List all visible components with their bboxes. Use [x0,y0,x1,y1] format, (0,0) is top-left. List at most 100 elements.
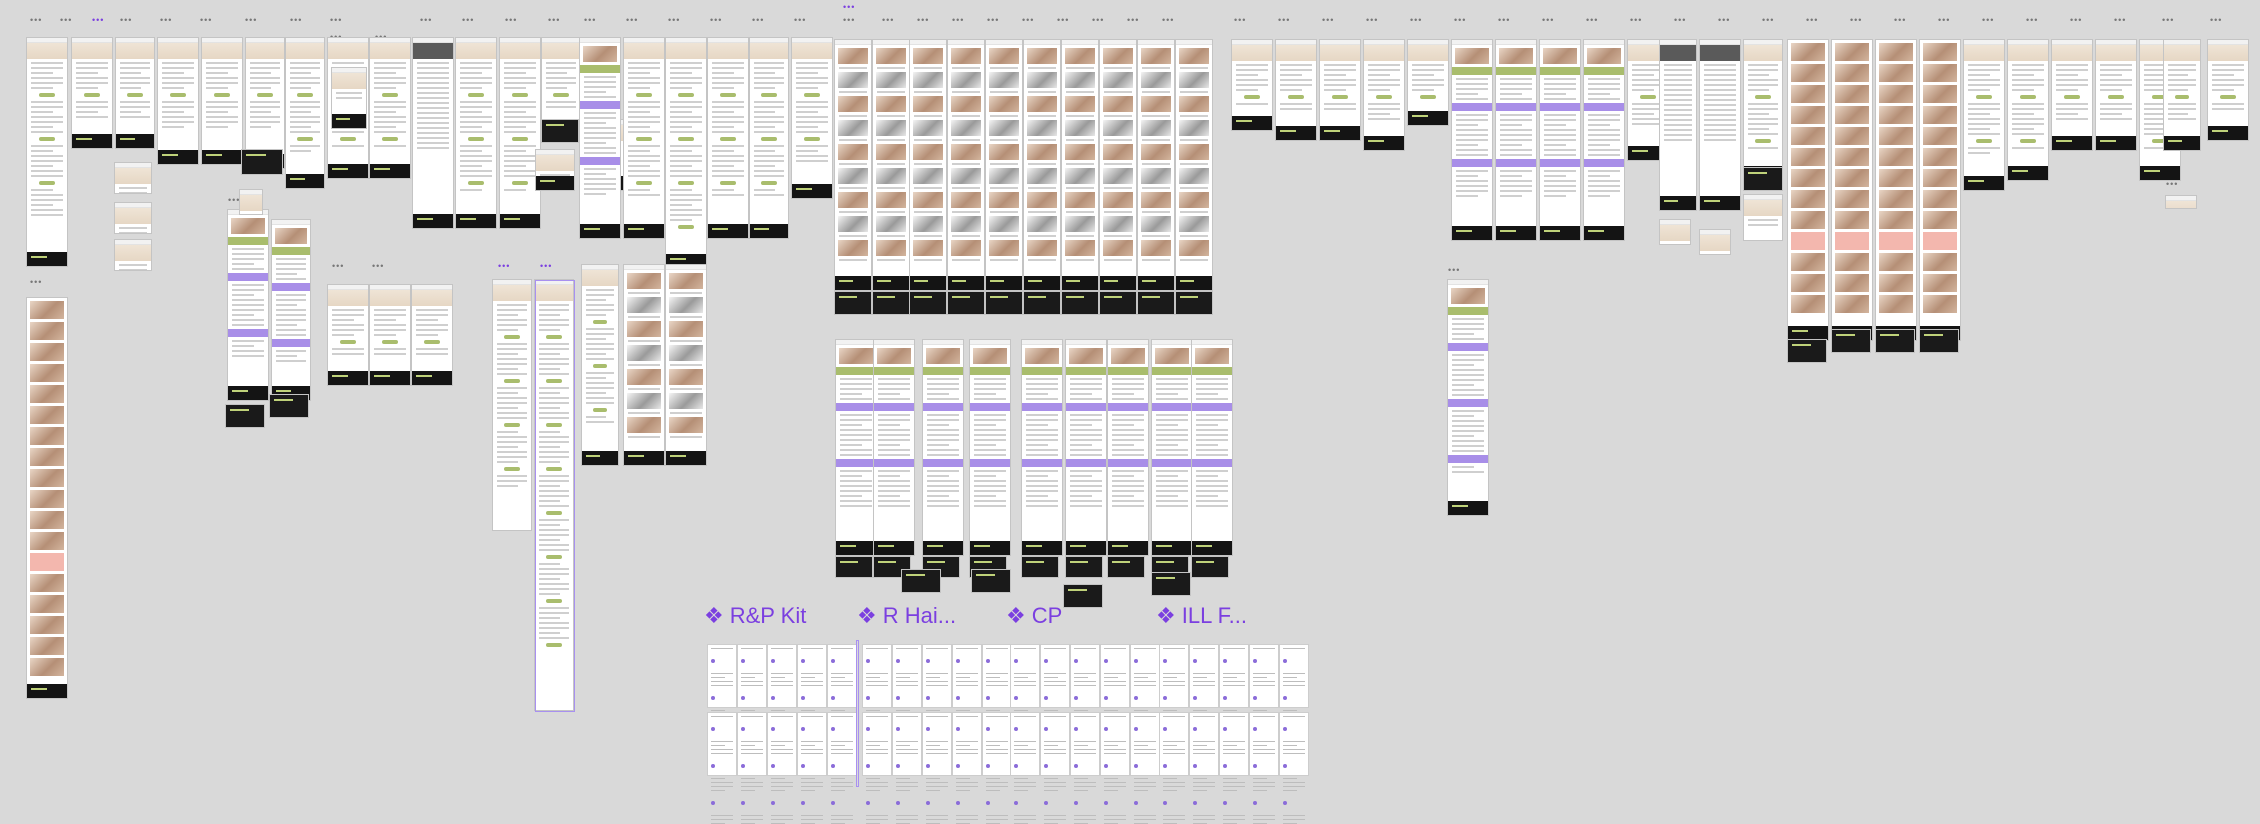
artboard-frame[interactable] [115,163,151,193]
component-set-label-rp-kit[interactable]: ❖ R&P Kit [704,603,806,629]
frame-options-dots[interactable]: ••• [1448,266,1460,275]
review-card[interactable] [768,713,796,824]
artboard-frame[interactable] [1744,40,1782,180]
review-card[interactable] [923,713,951,824]
frame-options-dots[interactable]: ••• [584,16,596,25]
frame-options-dots[interactable]: ••• [60,16,72,25]
frame-options-dots[interactable]: ••• [1894,16,1906,25]
dark-footer-tile[interactable] [910,292,946,314]
artboard-frame[interactable] [1788,40,1828,340]
review-card[interactable] [1041,713,1069,824]
dark-footer-tile[interactable] [1024,292,1060,314]
dark-footer-tile[interactable] [972,570,1010,592]
frame-options-dots[interactable]: ••• [2162,16,2174,25]
review-card[interactable] [828,645,856,756]
frame-options-dots[interactable]: ••• [668,16,680,25]
frame-options-dots[interactable]: ••• [1586,16,1598,25]
artboard-frame[interactable] [2164,40,2200,150]
frame-options-dots[interactable]: ••• [505,16,517,25]
frame-options-dots[interactable]: ••• [952,16,964,25]
artboard-frame[interactable] [286,38,324,188]
frame-options-dots[interactable]: ••• [794,16,806,25]
review-card[interactable] [1160,645,1188,756]
frame-options-dots[interactable]: ••• [1022,16,1034,25]
artboard-frame[interactable] [536,150,574,190]
artboard-frame[interactable] [115,240,151,270]
review-card[interactable] [1280,645,1308,756]
frame-options-dots[interactable]: ••• [917,16,929,25]
artboard-frame[interactable] [228,210,268,400]
frame-options-dots[interactable]: ••• [200,16,212,25]
artboard-frame[interactable] [246,38,284,168]
review-card[interactable] [863,645,891,756]
review-card[interactable] [738,645,766,756]
frame-options-dots[interactable]: ••• [1762,16,1774,25]
frame-options-dots[interactable]: ••• [540,262,552,271]
artboard-frame[interactable] [202,38,242,164]
artboard-frame[interactable] [328,285,368,385]
review-card[interactable] [983,645,1011,756]
dark-footer-tile[interactable] [1152,573,1190,595]
frame-options-dots[interactable]: ••• [1322,16,1334,25]
artboard-frame[interactable] [1364,40,1404,150]
frame-options-dots[interactable]: ••• [30,278,42,287]
review-card[interactable] [1280,713,1308,824]
artboard-frame[interactable] [874,340,914,555]
frame-options-dots[interactable]: ••• [1806,16,1818,25]
artboard-frame[interactable] [1108,340,1148,555]
artboard-frame[interactable] [666,265,706,465]
artboard-frame[interactable] [1876,40,1916,340]
artboard-frame[interactable] [240,190,262,214]
frame-options-dots[interactable]: ••• [710,16,722,25]
review-card[interactable] [983,713,1011,824]
artboard-frame[interactable] [1660,40,1696,210]
frame-options-dots[interactable]: ••• [1366,16,1378,25]
frame-options-dots[interactable]: ••• [1162,16,1174,25]
artboard-frame[interactable] [412,285,452,385]
frame-options-dots[interactable]: ••• [1278,16,1290,25]
review-card[interactable] [1101,645,1129,756]
review-card[interactable] [768,645,796,756]
dark-footer-tile[interactable] [542,120,578,142]
dark-footer-tile[interactable] [1066,557,1102,577]
artboard-frame[interactable] [1660,220,1690,244]
review-card[interactable] [1190,645,1218,756]
artboard-frame[interactable] [2052,40,2092,150]
dark-footer-tile[interactable] [836,557,872,577]
artboard-frame[interactable] [923,340,963,555]
review-card[interactable] [1250,645,1278,756]
artboard-frame[interactable] [835,40,871,290]
artboard-frame[interactable] [370,38,410,178]
artboard-frame[interactable] [1176,40,1212,290]
frame-options-dots[interactable]: ••• [1630,16,1642,25]
artboard-frame[interactable] [708,38,748,238]
review-card[interactable] [798,713,826,824]
review-card[interactable] [893,645,921,756]
dark-footer-tile[interactable] [242,150,282,174]
artboard-frame[interactable] [1496,40,1536,240]
artboard-frame[interactable] [1832,40,1872,340]
frame-options-dots[interactable]: ••• [1674,16,1686,25]
artboard-frame[interactable] [332,68,366,128]
artboard-frame[interactable] [970,340,1010,555]
frame-options-dots[interactable]: ••• [1057,16,1069,25]
frame-options-dots[interactable]: ••• [1454,16,1466,25]
frame-options-dots[interactable]: ••• [420,16,432,25]
frame-options-dots[interactable]: ••• [228,196,240,205]
frame-options-dots[interactable]: ••• [290,16,302,25]
frame-options-dots[interactable]: ••• [1850,16,1862,25]
dark-footer-tile[interactable] [948,292,984,314]
artboard-frame[interactable] [115,203,151,233]
frame-options-dots[interactable]: ••• [882,16,894,25]
frame-options-dots[interactable]: ••• [498,262,510,271]
component-set-label-cp[interactable]: ❖ CP [1006,603,1062,629]
artboard-frame[interactable] [2166,196,2196,208]
artboard-frame[interactable] [1066,340,1106,555]
artboard-frame[interactable] [272,220,310,400]
review-card[interactable] [1071,713,1099,824]
artboard-frame[interactable] [116,38,154,148]
component-set-label-ill-f[interactable]: ❖ ILL F... [1156,603,1247,629]
review-card[interactable] [738,713,766,824]
review-card[interactable] [798,645,826,756]
review-card[interactable] [893,713,921,824]
